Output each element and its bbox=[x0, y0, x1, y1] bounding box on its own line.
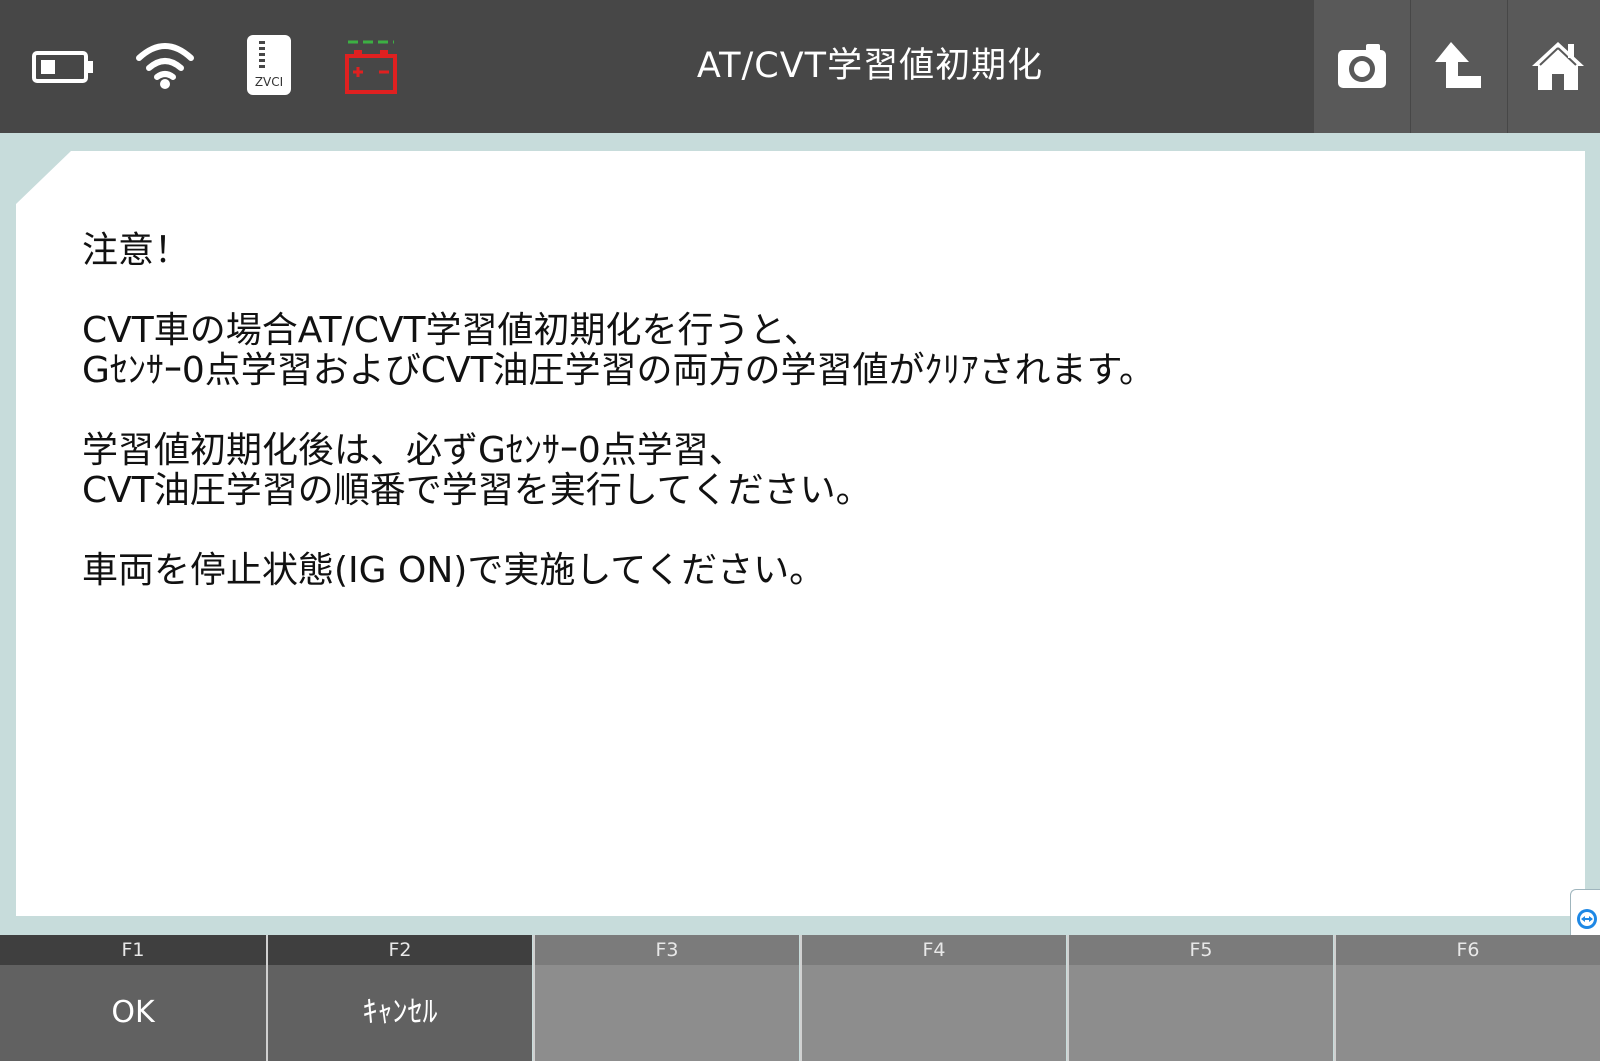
back-icon bbox=[1435, 42, 1481, 88]
f5-button[interactable]: F5 bbox=[1067, 935, 1333, 1061]
f4-button[interactable]: F4 bbox=[800, 935, 1066, 1061]
message-panel: 注意！ CVT車の場合AT/CVT学習値初期化を行うと、 Gｾﾝｻｰ0点学習およ… bbox=[16, 151, 1585, 916]
top-bar: ZVCI AT/CVT学習値初期化 bbox=[0, 0, 1600, 133]
message-line: CVT車の場合AT/CVT学習値初期化を行うと、 bbox=[82, 310, 821, 351]
battery-icon bbox=[32, 51, 93, 83]
car-battery-icon bbox=[345, 40, 397, 94]
fkey-label: F6 bbox=[1336, 935, 1600, 965]
message-text: 注意！ CVT車の場合AT/CVT学習値初期化を行うと、 Gｾﾝｻｰ0点学習およ… bbox=[82, 231, 1482, 591]
fkey-text: ｷｬﾝｾﾙ bbox=[268, 965, 532, 1061]
fkey-label: F5 bbox=[1069, 935, 1333, 965]
f1-ok-button[interactable]: F1 OK bbox=[0, 935, 266, 1061]
screenshot-button[interactable] bbox=[1314, 0, 1410, 133]
page-title: AT/CVT学習値初期化 bbox=[696, 46, 1044, 86]
message-line: CVT油圧学習の順番で学習を実行してください。 bbox=[82, 470, 872, 511]
f6-button[interactable]: F6 bbox=[1334, 935, 1600, 1061]
function-key-bar: F1 OK F2 ｷｬﾝｾﾙ F3 F4 F5 F6 bbox=[0, 935, 1600, 1061]
fkey-label: F2 bbox=[268, 935, 532, 965]
camera-icon bbox=[1338, 44, 1386, 88]
wifi-icon bbox=[136, 43, 194, 89]
back-button[interactable] bbox=[1411, 0, 1507, 133]
fkey-label: F1 bbox=[0, 935, 266, 965]
fkey-label: F4 bbox=[802, 935, 1066, 965]
fkey-label: F3 bbox=[535, 935, 799, 965]
remote-support-icon bbox=[1577, 909, 1597, 929]
message-line: Gｾﾝｻｰ0点学習およびCVT油圧学習の両方の学習値がｸﾘｱされます。 bbox=[82, 350, 1155, 391]
f3-button[interactable]: F3 bbox=[533, 935, 799, 1061]
home-icon bbox=[1532, 42, 1584, 90]
fkey-text bbox=[1069, 965, 1333, 1061]
message-heading: 注意！ bbox=[82, 230, 191, 271]
fkey-text bbox=[802, 965, 1066, 1061]
zvci-label: ZVCI bbox=[254, 75, 284, 89]
f2-cancel-button[interactable]: F2 ｷｬﾝｾﾙ bbox=[266, 935, 532, 1061]
fkey-text bbox=[535, 965, 799, 1061]
message-line: 車両を停止状態(IG ON)で実施してください。 bbox=[82, 550, 826, 591]
fkey-text bbox=[1336, 965, 1600, 1061]
message-line: 学習値初期化後は、必ずGｾﾝｻｰ0点学習、 bbox=[82, 430, 745, 471]
fkey-text: OK bbox=[0, 965, 266, 1061]
home-button[interactable] bbox=[1508, 0, 1600, 133]
zvci-icon: ZVCI bbox=[247, 35, 291, 95]
